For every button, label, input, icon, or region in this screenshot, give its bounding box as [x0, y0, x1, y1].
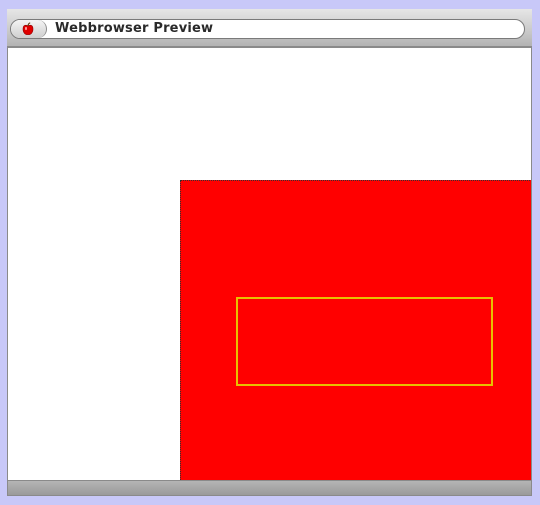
apple-menu-button[interactable]	[11, 20, 47, 38]
status-bar	[8, 480, 531, 495]
yellow-outline-rectangle	[236, 297, 493, 386]
page-content	[8, 48, 531, 480]
title-pill: Webbrowser Preview	[10, 19, 525, 39]
title-bar[interactable]: Webbrowser Preview	[7, 9, 532, 47]
window-title: Webbrowser Preview	[55, 21, 214, 36]
red-box	[180, 180, 531, 480]
browser-window: Webbrowser Preview	[7, 9, 532, 496]
apple-icon	[22, 22, 34, 35]
